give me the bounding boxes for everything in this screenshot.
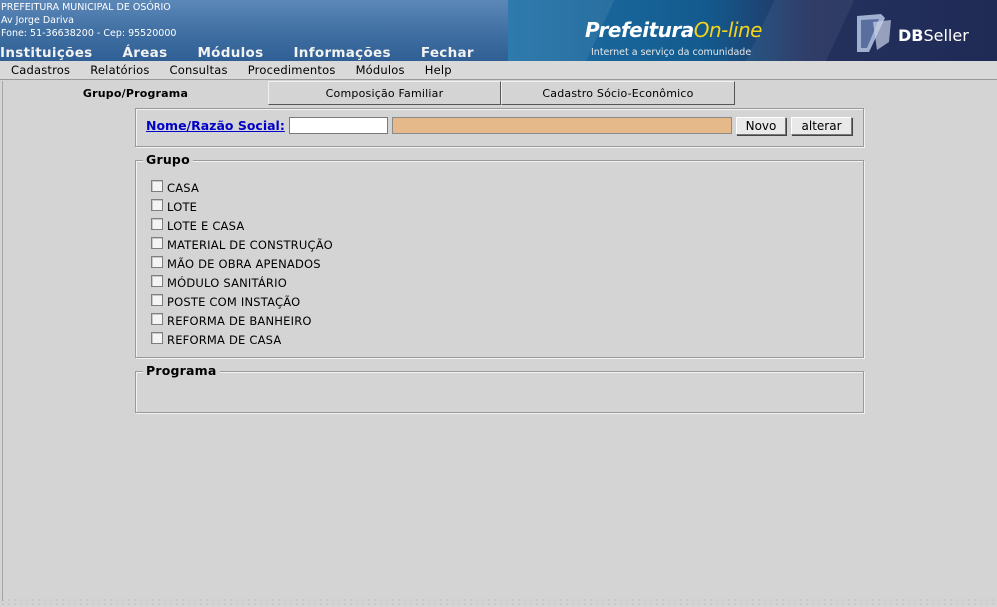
institution-info: PREFEITURA MUNICIPAL DE OSÓRIO Av Jorge …: [1, 1, 176, 40]
grupo-item: CASA: [151, 178, 333, 197]
dbseller-logo: DBSeller: [851, 12, 997, 56]
grupo-checkbox-lote-e-casa[interactable]: [151, 218, 163, 230]
programa-legend: Programa: [143, 363, 220, 378]
name-lookup-link[interactable]: Nome/Razão Social:: [146, 118, 285, 133]
menu-bar: Cadastros Relatórios Consultas Procedime…: [0, 61, 997, 80]
logo-tagline: Internet a serviço da comunidade: [591, 47, 752, 58]
tab-composicao-familiar[interactable]: Composição Familiar: [268, 81, 501, 105]
name-display-field: [392, 117, 732, 134]
grupo-item: REFORMA DE CASA: [151, 330, 333, 349]
grupo-checkbox-reforma-de-banheiro[interactable]: [151, 313, 163, 325]
main-nav: Instituições Áreas Módulos Informações F…: [0, 45, 504, 61]
bottom-border-texture: [0, 598, 997, 607]
tab-cadastro-socio-economico[interactable]: Cadastro Sócio-Econômico: [501, 81, 735, 105]
prefeitura-online-logo: PrefeituraOn-line: [585, 18, 762, 42]
grupo-item-label: LOTE E CASA: [167, 218, 245, 233]
menu-relatorios[interactable]: Relatórios: [90, 63, 149, 77]
grupo-item: MÃO DE OBRA APENADOS: [151, 254, 333, 273]
grupo-checkbox-poste-com-instacao[interactable]: [151, 294, 163, 306]
grupo-checkbox-modulo-sanitario[interactable]: [151, 275, 163, 287]
novo-button[interactable]: Novo: [736, 117, 786, 135]
grupo-item-label: POSTE COM INSTAÇÃO: [167, 294, 301, 309]
brand-banner: PrefeituraOn-line Internet a serviço da …: [508, 0, 997, 61]
name-search-panel: Nome/Razão Social: Novo alterar: [135, 108, 864, 147]
grupo-item-label: MÃO DE OBRA APENADOS: [167, 256, 321, 271]
dbseller-mark-icon: [857, 14, 891, 52]
nav-modulos[interactable]: Módulos: [197, 45, 263, 61]
grupo-checkbox-casa[interactable]: [151, 180, 163, 192]
grupo-item-label: MATERIAL DE CONSTRUÇÃO: [167, 237, 333, 252]
nav-instituicoes[interactable]: Instituições: [0, 45, 93, 61]
grupo-item-label: REFORMA DE BANHEIRO: [167, 313, 312, 328]
nav-fechar[interactable]: Fechar: [421, 45, 474, 61]
grupo-checkbox-list: CASA LOTE LOTE E CASA MATERIAL DE CONSTR…: [151, 178, 333, 349]
logo-word-prefeitura: Prefeitura: [585, 18, 694, 42]
menu-cadastros[interactable]: Cadastros: [11, 63, 70, 77]
menu-procedimentos[interactable]: Procedimentos: [248, 63, 336, 77]
dbseller-wordmark: DBSeller: [898, 26, 969, 45]
grupo-legend: Grupo: [143, 152, 193, 167]
grupo-fieldset: Grupo CASA LOTE LOTE E CASA MATERIAL DE …: [135, 152, 864, 358]
institution-contact: Fone: 51-36638200 - Cep: 95520000: [1, 28, 177, 39]
menu-help[interactable]: Help: [425, 63, 452, 77]
nav-areas[interactable]: Áreas: [123, 45, 168, 61]
institution-address: Av Jorge Dariva: [1, 15, 74, 26]
frame-edge: [2, 81, 3, 601]
tab-grupo-programa[interactable]: Grupo/Programa: [3, 81, 268, 105]
grupo-item: LOTE E CASA: [151, 216, 333, 235]
grupo-item: MATERIAL DE CONSTRUÇÃO: [151, 235, 333, 254]
grupo-item: LOTE: [151, 197, 333, 216]
grupo-item-label: CASA: [167, 180, 200, 195]
grupo-item-label: LOTE: [167, 199, 198, 214]
grupo-checkbox-reforma-de-casa[interactable]: [151, 332, 163, 344]
grupo-item-label: REFORMA DE CASA: [167, 332, 282, 347]
app-header: PREFEITURA MUNICIPAL DE OSÓRIO Av Jorge …: [0, 0, 997, 61]
grupo-checkbox-material-de-construcao[interactable]: [151, 237, 163, 249]
grupo-checkbox-mao-de-obra-apenados[interactable]: [151, 256, 163, 268]
name-code-input[interactable]: [289, 117, 388, 134]
grupo-item: REFORMA DE BANHEIRO: [151, 311, 333, 330]
logo-word-online: On-line: [693, 18, 763, 42]
grupo-checkbox-lote[interactable]: [151, 199, 163, 211]
grupo-item: POSTE COM INSTAÇÃO: [151, 292, 333, 311]
grupo-item: MÓDULO SANITÁRIO: [151, 273, 333, 292]
menu-consultas[interactable]: Consultas: [170, 63, 228, 77]
menu-modulos[interactable]: Módulos: [356, 63, 405, 77]
tab-bar: Grupo/Programa Composição Familiar Cadas…: [3, 81, 997, 105]
institution-name: PREFEITURA MUNICIPAL DE OSÓRIO: [1, 2, 171, 13]
grupo-item-label: MÓDULO SANITÁRIO: [167, 275, 287, 290]
programa-fieldset: Programa: [135, 363, 864, 413]
alterar-button[interactable]: alterar: [791, 117, 852, 135]
nav-informacoes[interactable]: Informações: [293, 45, 390, 61]
